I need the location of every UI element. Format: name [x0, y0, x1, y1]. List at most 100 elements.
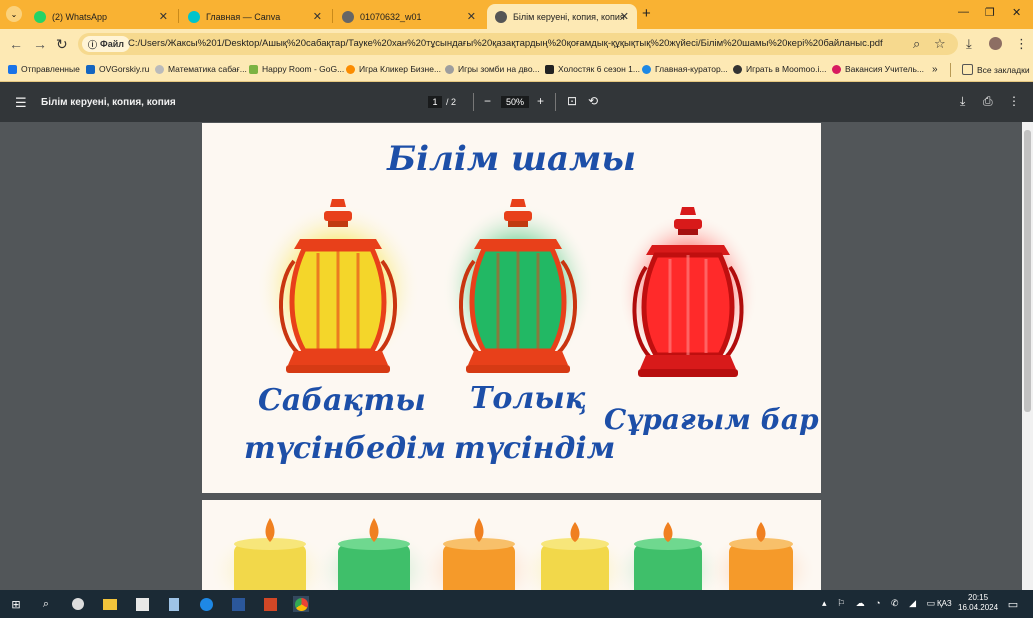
new-tab-button[interactable]: + [642, 5, 651, 22]
star-icon[interactable]: ☆ [934, 36, 946, 52]
back-button[interactable]: ← [9, 36, 23, 52]
close-icon[interactable]: ✕ [159, 10, 168, 23]
bookmark-label: Главная-куратор... [655, 64, 728, 74]
bookmark-item[interactable]: OVGorskiy.ru [86, 64, 149, 74]
menu-dots-icon[interactable]: ⋮ [1015, 36, 1028, 52]
zoom-out-button[interactable]: − [484, 94, 491, 108]
rotate-icon[interactable]: ⟲ [588, 94, 598, 108]
tab-label: 01070632_w01 [360, 11, 422, 22]
close-icon[interactable]: ✕ [467, 10, 476, 23]
fit-page-icon[interactable]: ⊡ [567, 94, 577, 108]
chevron-down-icon: ⌄ [10, 9, 18, 19]
zoom-in-button[interactable]: + [537, 94, 544, 108]
close-icon[interactable]: ✕ [313, 10, 322, 23]
scrollbar-thumb[interactable] [1024, 130, 1031, 412]
app-icon[interactable] [134, 596, 150, 612]
candle-icon [705, 522, 817, 592]
close-icon[interactable]: ✕ [620, 10, 629, 23]
bookmark-label: Все закладки [977, 64, 1030, 75]
powerpoint-icon[interactable] [262, 596, 278, 612]
word-icon[interactable] [230, 596, 246, 612]
site-icon [642, 64, 651, 74]
site-info-chip[interactable]: ⓘ Файл [82, 36, 130, 52]
url-text[interactable]: C:/Users/Жаксы%201/Desktop/Ашық%20сабақт… [128, 38, 883, 49]
bookmark-item[interactable]: Вакансия Учитель... [832, 64, 924, 74]
globe-icon [733, 64, 742, 74]
info-icon: ⓘ [88, 39, 98, 50]
tab-search-button[interactable]: ⌄ [6, 6, 22, 22]
menu-icon[interactable]: ☰ [15, 95, 27, 111]
label-fully-understood-2: түсіндім [454, 431, 616, 466]
globe-icon [342, 10, 354, 23]
language-indicator[interactable]: ҚАЗ [937, 599, 952, 608]
google-icon [445, 64, 454, 74]
more-options-icon[interactable]: ⋮ [1008, 94, 1020, 108]
notepad-icon[interactable] [166, 596, 182, 612]
clock-date: 16.04.2024 [958, 603, 999, 612]
edge-icon[interactable] [198, 596, 214, 612]
notifications-icon[interactable]: ▭ [1005, 596, 1021, 612]
chrome-icon[interactable] [293, 596, 309, 612]
bookmark-item[interactable]: Играть в Moomoo.i... [733, 64, 826, 74]
label-have-question: Сұрағым бар [604, 403, 819, 436]
divider [555, 93, 556, 111]
forward-button[interactable]: → [33, 36, 47, 52]
pdf-page-2 [202, 500, 821, 592]
bookmark-label: OVGorskiy.ru [99, 64, 150, 74]
more-bookmarks-button[interactable]: » [932, 64, 938, 75]
divider [473, 93, 474, 111]
app-icon[interactable] [70, 596, 86, 612]
yellow-lantern-icon [256, 199, 420, 373]
clock-time: 20:15 [968, 593, 989, 602]
bookmark-item[interactable]: Главная-куратор... [642, 64, 728, 74]
bookmark-label: Отправленные [21, 64, 80, 74]
site-icon [155, 64, 164, 74]
site-icon [545, 64, 554, 74]
label-not-understood: Сабақты [258, 383, 426, 418]
tab-divider [332, 9, 333, 23]
tab-canva[interactable]: Главная — Canva ✕ [180, 4, 330, 29]
zoom-input[interactable]: 50% [501, 96, 529, 108]
bookmark-item[interactable]: Отправленные [8, 64, 80, 74]
zoom-icon[interactable]: ⌕ [913, 36, 920, 52]
print-icon[interactable]: ⎙ [983, 94, 993, 109]
site-icon [249, 64, 258, 74]
windows-start-icon[interactable]: ⊞ [8, 596, 24, 612]
site-icon [86, 64, 95, 74]
bookmark-label: Вакансия Учитель... [845, 64, 924, 74]
restore-button[interactable]: ❐ [985, 6, 995, 19]
download-icon[interactable]: ⤓ [966, 36, 972, 52]
system-tray-icons[interactable]: ▴ ⚐ ☁ ◔ ✆ ◢ ▭ [822, 598, 939, 609]
tab-label: Білім керуені, копия, копия [513, 11, 625, 22]
clock[interactable]: 20:15 16.04.2024 [958, 593, 998, 613]
bookmark-item[interactable]: Happy Room - GoG... [249, 64, 344, 74]
pdf-title: Білім керуені, копия, копия [41, 97, 176, 108]
reload-button[interactable]: ↻ [56, 36, 68, 53]
close-window-button[interactable]: ✕ [1012, 6, 1021, 19]
tab-whatsapp[interactable]: (2) WhatsApp ✕ [26, 4, 176, 29]
pdf-page-1: Білім шамы Сабақты түсінбедім Толық түсі… [202, 123, 821, 493]
bookmark-item[interactable]: Математика сабағ... [155, 64, 247, 74]
bookmark-item[interactable]: Холостяк 6 сезон 1... [545, 64, 640, 74]
site-icon [346, 64, 355, 74]
red-lantern-icon [618, 207, 758, 377]
green-lantern-icon [442, 199, 594, 373]
all-bookmarks[interactable]: Все закладки [962, 64, 1030, 75]
tab-active-pdf[interactable]: Білім керуені, копия, копия ✕ [487, 4, 637, 29]
download-icon[interactable]: ⤓ [960, 94, 965, 109]
mail-icon [8, 64, 17, 74]
bookmark-label: Играть в Moomoo.i... [746, 64, 827, 74]
minimize-button[interactable]: — [958, 6, 969, 18]
candle-icon [208, 518, 332, 592]
page-number-input[interactable]: 1 [428, 96, 442, 108]
file-explorer-icon[interactable] [102, 596, 118, 612]
tab-label: (2) WhatsApp [52, 11, 108, 22]
profile-avatar[interactable] [989, 37, 1002, 50]
globe-icon [495, 10, 507, 23]
page-count: / 2 [446, 97, 457, 107]
search-icon[interactable]: ⌕ [38, 596, 54, 612]
bookmark-item[interactable]: Игры зомби на дво... [445, 64, 540, 74]
bookmark-item[interactable]: Игра Кликер Бизне... [346, 64, 441, 74]
tab-document[interactable]: 01070632_w01 ✕ [334, 4, 484, 29]
label-fully-understood: Толық [470, 381, 586, 416]
